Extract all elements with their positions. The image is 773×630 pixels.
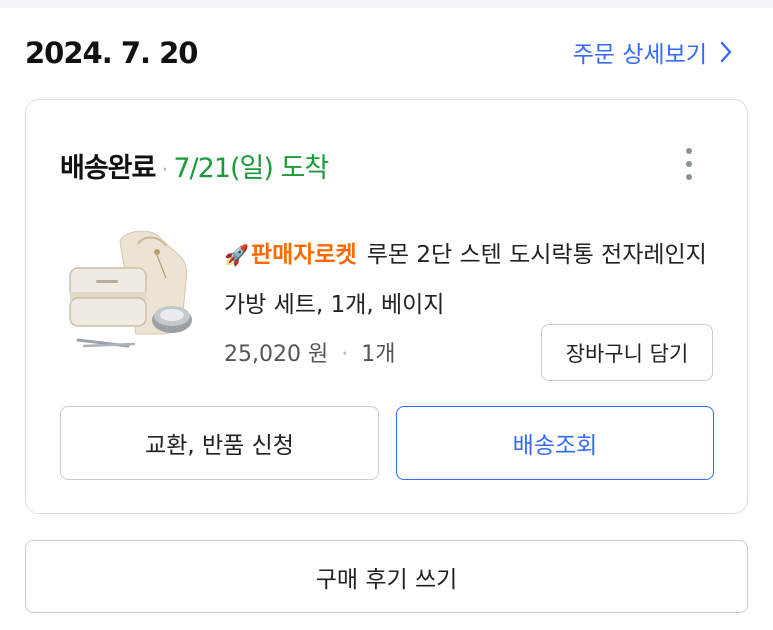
delivery-status-row: 배송완료 · 7/21(일) 도착: [60, 146, 329, 185]
order-detail-link[interactable]: 주문 상세보기: [573, 35, 733, 69]
add-to-cart-button[interactable]: 장바구니 담기: [541, 324, 713, 381]
seller-rocket-badge: 🚀판매자로켓: [224, 242, 357, 268]
order-date: 2024. 7. 20: [25, 36, 198, 70]
rocket-icon: 🚀: [224, 243, 249, 267]
exchange-return-button[interactable]: 교환, 반품 신청: [60, 406, 379, 480]
seller-rocket-label: 판매자로켓: [250, 242, 357, 268]
more-options-icon[interactable]: [681, 144, 697, 184]
price-row: 25,020 원 · 1개: [224, 336, 395, 368]
delivery-status: 배송완료: [60, 153, 156, 184]
status-separator: ·: [161, 158, 168, 183]
top-divider: [0, 0, 773, 8]
order-card: 배송완료 · 7/21(일) 도착 🚀판매자로켓 루몬 2단 스텐 도시락통 전자…: [25, 99, 748, 514]
chevron-right-icon: [720, 41, 732, 63]
product-price: 25,020 원: [224, 342, 329, 367]
product-thumbnail[interactable]: [62, 222, 194, 362]
product-title[interactable]: 🚀판매자로켓 루몬 2단 스텐 도시락통 전자레인지 가방 세트, 1개, 베이지: [224, 230, 724, 330]
price-separator: ·: [341, 342, 349, 367]
track-delivery-button[interactable]: 배송조회: [396, 406, 714, 480]
product-quantity: 1개: [361, 342, 396, 367]
order-detail-label: 주문 상세보기: [572, 42, 707, 68]
write-review-button[interactable]: 구매 후기 쓰기: [25, 540, 748, 613]
arrival-date: 7/21(일) 도착: [173, 153, 329, 184]
